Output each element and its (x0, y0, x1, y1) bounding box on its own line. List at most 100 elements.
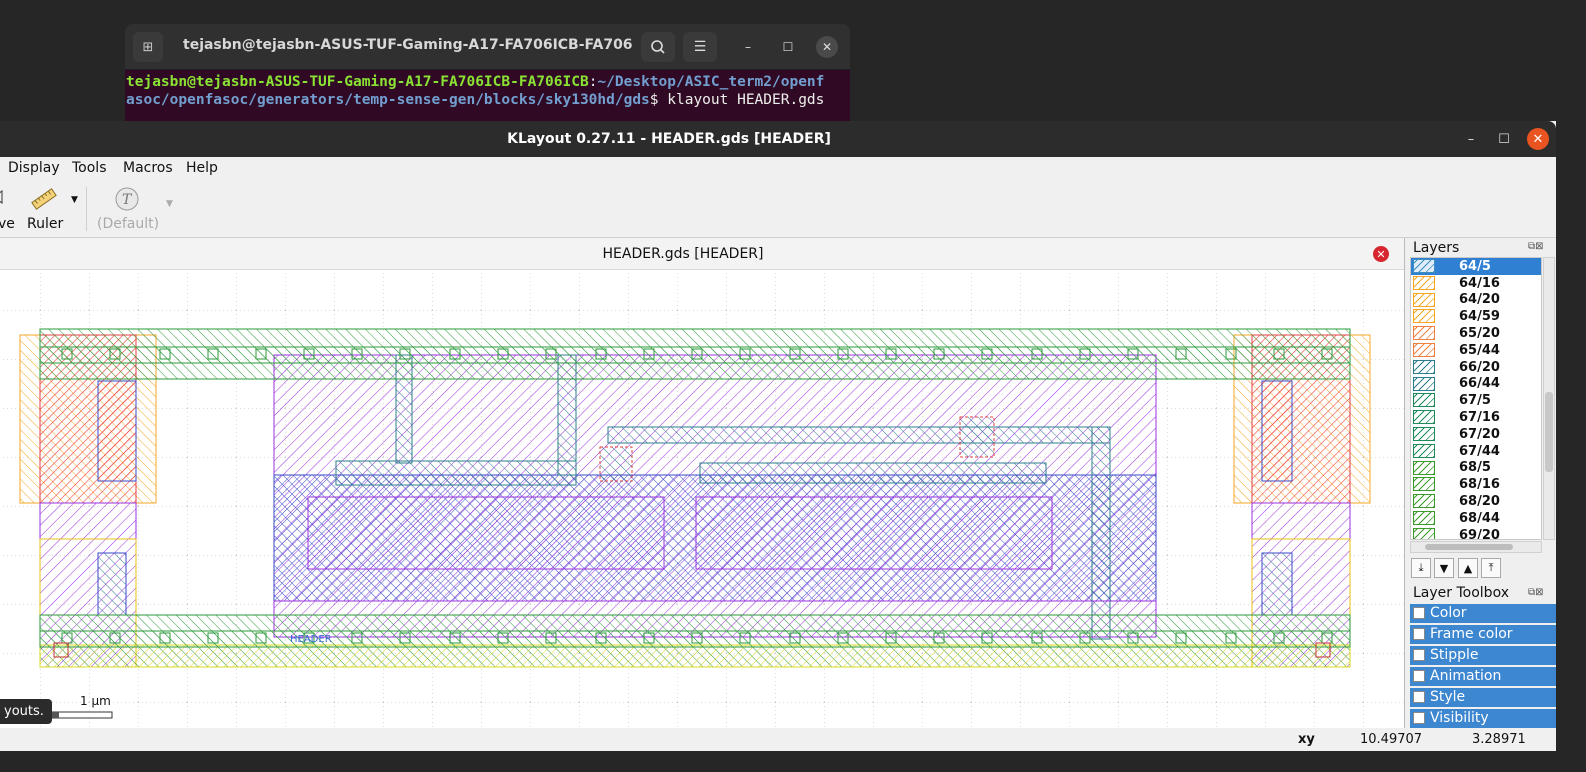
layout-canvas[interactable]: HEADER 1 μm youts. (0, 271, 1404, 728)
move-layer-bottom-icon[interactable]: ⤓ (1411, 558, 1431, 578)
layer-row[interactable]: 66/44 (1411, 376, 1541, 393)
close-view-icon[interactable]: ✕ (1373, 246, 1389, 262)
toolbox-stipple[interactable]: Stipple (1410, 646, 1556, 665)
menu-macros[interactable]: Macros (123, 160, 173, 176)
layer-list-scrollbar[interactable] (1543, 257, 1555, 540)
layer-row[interactable]: 64/59 (1411, 308, 1541, 325)
layout-view[interactable]: HEADER.gds [HEADER] ✕ HEADER 1 μm youts. (0, 238, 1405, 728)
layer-row[interactable]: 68/44 (1411, 510, 1541, 527)
prompt-user: tejasbn@tejasbn-ASUS-TUF-Gaming-A17-FA70… (126, 74, 589, 90)
layer-swatch (1413, 292, 1435, 307)
layer-name: 67/5 (1459, 393, 1491, 409)
layer-swatch (1413, 275, 1435, 290)
maximize-icon[interactable]: ☐ (777, 36, 799, 58)
hamburger-menu-icon[interactable]: ☰ (683, 32, 717, 62)
layer-name: 67/20 (1459, 426, 1500, 442)
layer-row[interactable]: 67/20 (1411, 426, 1541, 443)
layer-name: 68/44 (1459, 510, 1500, 526)
terminal-window[interactable]: ⊞ tejasbn@tejasbn-ASUS-TUF-Gaming-A17-FA… (125, 24, 850, 124)
toolbox-float-close-icon[interactable]: ⧉⊠ (1528, 587, 1554, 599)
toolbox-color[interactable]: Color (1410, 604, 1556, 623)
layer-row[interactable]: 68/5 (1411, 460, 1541, 477)
layer-list[interactable]: 64/5 64/16 64/20 64/59 65/20 65/44 66/20 66/44 6… (1410, 257, 1542, 540)
terminal-output[interactable]: tejasbn@tejasbn-ASUS-TUF-Gaming-A17-FA70… (125, 70, 850, 124)
layer-swatch (1413, 510, 1435, 525)
cell-label: HEADER (290, 634, 332, 645)
desktop: ⊞ tejasbn@tejasbn-ASUS-TUF-Gaming-A17-FA… (0, 0, 1586, 772)
new-tab-icon[interactable]: ⊞ (133, 32, 163, 62)
close-icon[interactable]: ✕ (1527, 128, 1549, 150)
ruler-dropdown-icon[interactable]: ▼ (71, 195, 78, 205)
layer-swatch (1413, 259, 1435, 273)
move-icon[interactable] (0, 187, 8, 209)
menu-help[interactable]: Help (186, 160, 218, 176)
status-bar: xy 10.49707 3.28971 (0, 729, 1556, 751)
menu-bar: Display Tools Macros Help (0, 157, 1556, 181)
right-panel: Layers ⧉⊠ 64/5 64/16 64/20 64/59 65/20 65/44 6… (1406, 238, 1556, 728)
layer-name: 66/44 (1459, 376, 1500, 392)
layer-swatch (1413, 393, 1435, 408)
layer-name: 64/16 (1459, 275, 1500, 291)
view-tab-title: HEADER.gds [HEADER] (602, 246, 764, 262)
x-coordinate: 10.49707 (1360, 732, 1423, 747)
layer-name: 65/44 (1459, 342, 1500, 358)
toolbar-separator (86, 187, 87, 231)
xy-label: xy (1298, 732, 1315, 747)
layer-row[interactable]: 68/16 (1411, 476, 1541, 493)
panel-float-close-icon[interactable]: ⧉⊠ (1528, 241, 1554, 253)
layer-name: 64/59 (1459, 309, 1500, 325)
layer-name: 67/16 (1459, 410, 1500, 426)
layer-list-hscrollbar[interactable] (1410, 541, 1542, 553)
search-icon[interactable] (641, 32, 675, 62)
layers-panel-title: Layers (1413, 240, 1460, 256)
terminal-command: $ klayout HEADER.gds (649, 92, 825, 108)
move-layer-down-icon[interactable]: ▼ (1434, 558, 1454, 578)
text-tool-icon[interactable]: T (114, 186, 140, 212)
layer-row[interactable]: 65/44 (1411, 342, 1541, 359)
layer-swatch (1413, 494, 1435, 509)
layer-row[interactable]: 67/16 (1411, 409, 1541, 426)
layer-swatch (1413, 460, 1435, 475)
layout-drawing[interactable]: HEADER 1 μm (0, 271, 1404, 728)
menu-display[interactable]: Display (8, 160, 60, 176)
layer-row[interactable]: 64/5 (1411, 258, 1541, 275)
layer-row[interactable]: 65/20 (1411, 325, 1541, 342)
ruler-button[interactable]: Ruler (27, 216, 63, 232)
layer-name: 65/20 (1459, 326, 1500, 342)
layer-swatch (1413, 527, 1435, 539)
layer-row[interactable]: 64/20 (1411, 292, 1541, 309)
layer-row[interactable]: 67/5 (1411, 392, 1541, 409)
layer-row[interactable]: 69/20 (1411, 527, 1541, 539)
close-icon[interactable]: ✕ (816, 36, 838, 58)
layer-name: 68/16 (1459, 477, 1500, 493)
layer-swatch (1413, 376, 1435, 391)
layer-row[interactable]: 66/20 (1411, 359, 1541, 376)
layer-row[interactable]: 64/16 (1411, 275, 1541, 292)
prompt-path-1: ~/Desktop/ASIC_term2/openf (597, 74, 825, 90)
move-tool-label[interactable]: ve (0, 216, 15, 232)
layer-swatch (1413, 309, 1435, 324)
layer-swatch (1413, 359, 1435, 374)
toolbox-animation[interactable]: Animation (1410, 667, 1556, 686)
layer-swatch (1413, 426, 1435, 441)
move-layer-up-icon[interactable]: ▲ (1458, 558, 1478, 578)
y-coordinate: 3.28971 (1472, 732, 1526, 747)
layer-row[interactable]: 67/44 (1411, 443, 1541, 460)
toolbox-style[interactable]: Style (1410, 688, 1556, 707)
menu-tools[interactable]: Tools (72, 160, 107, 176)
move-layer-top-icon[interactable]: ⤒ (1481, 558, 1501, 578)
maximize-icon[interactable]: ☐ (1493, 128, 1515, 150)
layer-swatch (1413, 443, 1435, 458)
layer-swatch (1413, 342, 1435, 357)
window-title: KLayout 0.27.11 - HEADER.gds [HEADER] (507, 131, 831, 147)
toolbox-visibility[interactable]: Visibility (1410, 709, 1556, 728)
minimize-icon[interactable]: – (1460, 128, 1482, 150)
prompt-path-2: asoc/openfasoc/generators/temp-sense-gen… (126, 92, 650, 108)
toolbox-frame-color[interactable]: Frame color (1410, 625, 1556, 644)
terminal-header: ⊞ tejasbn@tejasbn-ASUS-TUF-Gaming-A17-FA… (125, 24, 850, 70)
layer-row[interactable]: 68/20 (1411, 493, 1541, 510)
ruler-icon[interactable] (30, 185, 58, 213)
view-tab-header: HEADER.gds [HEADER] ✕ (0, 238, 1404, 270)
layer-name: 66/20 (1459, 359, 1500, 375)
minimize-icon[interactable]: – (737, 36, 759, 58)
